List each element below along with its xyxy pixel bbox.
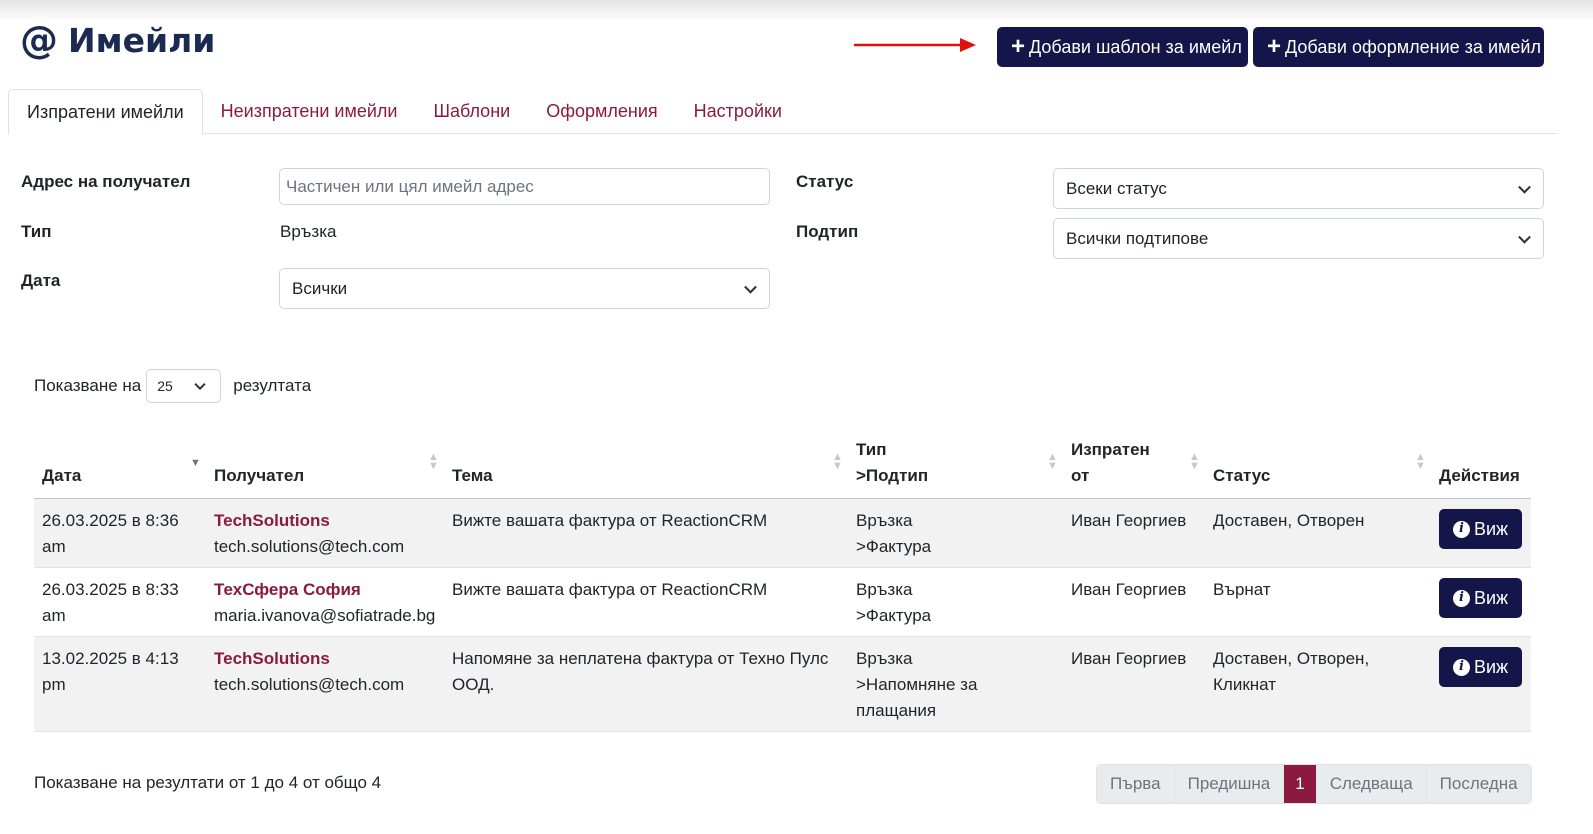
cell-date: 26.03.2025 в 8:36 am bbox=[34, 498, 206, 568]
date-label: Дата bbox=[21, 271, 61, 290]
tab-settings[interactable]: Настройки bbox=[676, 89, 800, 134]
red-arrow-annotation bbox=[854, 38, 976, 52]
page-first-button[interactable]: Първа bbox=[1097, 765, 1175, 803]
chevron-down-icon bbox=[194, 378, 206, 391]
sort-icon: ▲ ▼ bbox=[1189, 451, 1200, 472]
page-current-button[interactable]: 1 bbox=[1284, 765, 1317, 803]
sort-icon: ▲ ▼ bbox=[832, 451, 843, 472]
cell-sender: Иван Георгиев bbox=[1063, 636, 1205, 732]
cell-date: 26.03.2025 в 8:33 am bbox=[34, 567, 206, 637]
cell-subject: Вижте вашата фактура от ReactionCRM bbox=[444, 567, 848, 637]
type-value: Връзка bbox=[280, 222, 337, 241]
recipient-link[interactable]: ТехСфера София bbox=[214, 580, 361, 599]
tab-templates[interactable]: Шаблони bbox=[415, 89, 528, 134]
column-header-date[interactable]: Дата ▼ bbox=[34, 437, 206, 499]
add-email-template-button[interactable]: + Добави шаблон за имейл bbox=[997, 27, 1248, 67]
cell-type: Връзка >Фактура bbox=[848, 567, 1063, 637]
cell-type: Връзка >Фактура bbox=[848, 498, 1063, 568]
recipient-input-placeholder: Частичен или цял имейл адрес bbox=[286, 176, 534, 196]
recipient-link[interactable]: TechSolutions bbox=[214, 511, 330, 530]
emails-table: Дата ▼ Получател ▲ ▼ Тема ▲ ▼ Тип >Подтип ▲… bbox=[34, 437, 1531, 732]
cell-sender: Иван Георгиев bbox=[1063, 567, 1205, 637]
page-prev-button[interactable]: Предишна bbox=[1174, 765, 1285, 803]
view-button[interactable]: i Виж bbox=[1439, 647, 1523, 687]
tab-sent-emails[interactable]: Изпратени имейли bbox=[8, 89, 203, 135]
cell-subject: Вижте вашата фактура от ReactionCRM bbox=[444, 498, 848, 568]
column-header-sender[interactable]: Изпратен от ▲ ▼ bbox=[1063, 437, 1205, 499]
cell-recipient: ТехСфера София maria.ivanova@sofiatrade.b… bbox=[206, 567, 444, 637]
subtype-select[interactable]: Всички подтипове bbox=[1053, 218, 1544, 259]
table-row: 26.03.2025 в 8:36 am TechSolutions tech.so… bbox=[34, 498, 1531, 568]
sort-desc-icon: ▼ bbox=[190, 457, 201, 469]
page-size-select[interactable]: 25 bbox=[146, 369, 222, 403]
type-label: Тип bbox=[21, 222, 52, 241]
page-next-button[interactable]: Следваща bbox=[1316, 765, 1427, 803]
at-sign-icon: @ bbox=[20, 18, 58, 62]
chevron-down-icon bbox=[1518, 230, 1531, 244]
top-shadow bbox=[0, 0, 1593, 22]
status-label: Статус bbox=[796, 172, 854, 191]
recipient-search-input[interactable]: Частичен или цял имейл адрес bbox=[279, 168, 770, 205]
info-icon: i bbox=[1453, 658, 1470, 676]
cell-type: Връзка >Напомняне за плащания bbox=[848, 636, 1063, 732]
column-header-subject[interactable]: Тема ▲ ▼ bbox=[444, 437, 848, 499]
cell-recipient: TechSolutions tech.solutions@tech.com bbox=[206, 498, 444, 568]
column-header-status[interactable]: Статус ▲ ▼ bbox=[1205, 437, 1431, 499]
plus-icon: + bbox=[1011, 33, 1026, 60]
cell-status: Доставен, Отворен, Кликнат bbox=[1205, 636, 1431, 732]
results-summary: Показване на резултати от 1 до 4 от общо… bbox=[34, 773, 382, 792]
plus-icon: + bbox=[1267, 33, 1282, 60]
status-select[interactable]: Всеки статус bbox=[1053, 168, 1544, 209]
cell-actions: i Виж bbox=[1431, 636, 1531, 732]
recipient-email: tech.solutions@tech.com bbox=[214, 537, 405, 556]
cell-actions: i Виж bbox=[1431, 567, 1531, 637]
tab-unsent-emails[interactable]: Неизпратени имейли bbox=[203, 89, 416, 134]
page-last-button[interactable]: Последна bbox=[1426, 765, 1531, 803]
sort-icon: ▲ ▼ bbox=[1415, 451, 1426, 472]
sort-icon: ▲ ▼ bbox=[1047, 451, 1058, 472]
table-header-row: Дата ▼ Получател ▲ ▼ Тема ▲ ▼ Тип >Подтип ▲… bbox=[34, 437, 1531, 499]
cell-status: Върнат bbox=[1205, 567, 1431, 637]
chevron-down-icon bbox=[744, 280, 757, 294]
subtype-label: Подтип bbox=[796, 222, 859, 241]
table-row: 13.02.2025 в 4:13 pm TechSolutions tech.so… bbox=[34, 636, 1531, 732]
recipient-label: Адрес на получател bbox=[21, 172, 191, 191]
column-header-recipient[interactable]: Получател ▲ ▼ bbox=[206, 437, 444, 499]
tab-designs[interactable]: Оформления bbox=[528, 89, 675, 134]
column-header-actions: Действия bbox=[1431, 437, 1531, 499]
page-title-text: Имейли bbox=[68, 20, 216, 60]
add-email-design-button[interactable]: + Добави оформление за имейл bbox=[1253, 27, 1544, 67]
cell-subject: Напомяне за неплатена фактура от Техно П… bbox=[444, 636, 848, 732]
cell-recipient: TechSolutions tech.solutions@tech.com bbox=[206, 636, 444, 732]
cell-actions: i Виж bbox=[1431, 498, 1531, 568]
chevron-down-icon bbox=[1518, 180, 1531, 194]
cell-date: 13.02.2025 в 4:13 pm bbox=[34, 636, 206, 732]
email-tabs: Изпратени имейли Неизпратени имейли Шабл… bbox=[8, 89, 1558, 135]
pagination: Първа Предишна 1 Следваща Последна bbox=[1096, 764, 1532, 804]
recipient-link[interactable]: TechSolutions bbox=[214, 649, 330, 668]
cell-sender: Иван Георгиев bbox=[1063, 498, 1205, 568]
recipient-email: tech.solutions@tech.com bbox=[214, 675, 405, 694]
view-button[interactable]: i Виж bbox=[1439, 509, 1523, 549]
info-icon: i bbox=[1453, 589, 1470, 607]
view-button[interactable]: i Виж bbox=[1439, 578, 1523, 618]
info-icon: i bbox=[1453, 520, 1470, 538]
sort-icon: ▲ ▼ bbox=[428, 451, 439, 472]
cell-status: Доставен, Отворен bbox=[1205, 498, 1431, 568]
page-title: @ Имейли bbox=[20, 18, 215, 62]
date-select[interactable]: Всички bbox=[279, 268, 770, 309]
recipient-email: maria.ivanova@sofiatrade.bg bbox=[214, 606, 436, 625]
column-header-type[interactable]: Тип >Подтип ▲ ▼ bbox=[848, 437, 1063, 499]
page-size-control: Показване на 25 резултата bbox=[34, 369, 311, 403]
table-row: 26.03.2025 в 8:33 am ТехСфера София maria.… bbox=[34, 567, 1531, 637]
